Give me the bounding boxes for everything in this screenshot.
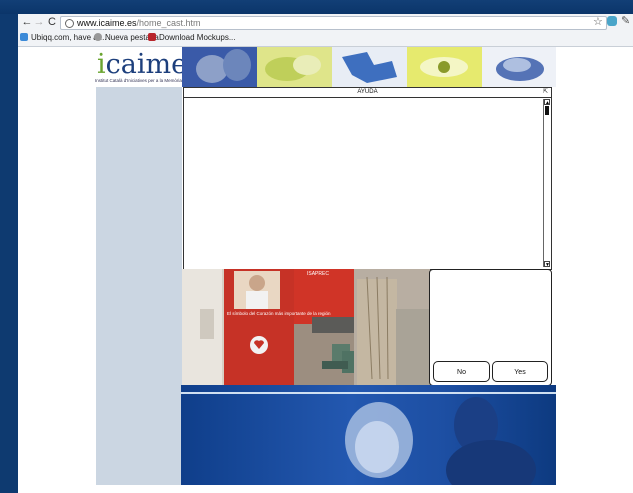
url-domain: www.icaime.es [77,18,137,28]
bottom-banner [181,385,556,485]
page-globe-icon [65,19,74,28]
forward-arrow-icon[interactable]: → [32,15,46,29]
help-title-text: AYUDA [357,89,378,95]
help-panel: AYUDA ⇱ ▲ ▼ [183,87,552,270]
bookmark-star-icon[interactable]: ☆ [593,15,603,28]
office-photo-image: ISAPREC El símbolo del Corazón más impor… [182,269,430,385]
ubiqq-icon [20,33,28,41]
bookmark-download-mockups[interactable]: Download Mockups... [148,33,235,43]
scroll-thumb[interactable] [545,106,549,115]
url-path: /home_cast.htm [136,18,201,28]
url-text: www.icaime.es/home_cast.htm [77,17,201,29]
site-logo[interactable]: icaime Institut Català d'Iniciatives per… [95,50,187,88]
photo-banner-text: El símbolo del Corazón más importante de… [227,311,331,316]
left-sidebar [96,87,182,485]
photo-wall-sign: ISAPREC [307,271,329,277]
help-panel-title: AYUDA ⇱ [184,88,551,98]
office-photo: ISAPREC El símbolo del Corazón más impor… [182,269,430,385]
no-button[interactable]: No [433,361,490,382]
scroll-down-icon[interactable]: ▼ [544,261,550,268]
yes-button[interactable]: Yes [492,361,548,382]
help-scrollbar[interactable]: ▲ ▼ [543,99,550,268]
address-bar[interactable]: www.icaime.es/home_cast.htm [60,16,607,30]
wrench-icon[interactable]: ✎ [621,14,630,27]
pin-icon[interactable]: ⇱ [543,88,548,97]
desktop-background [0,0,633,14]
bookmarks-bar: Ubiqq.com, have a ... Nueva pestaña Down… [18,31,633,45]
logo-letter-i: i [97,49,106,80]
banner-people-image [345,397,536,485]
header-image-strip [182,47,556,87]
balsamiq-icon [148,33,156,41]
confirm-dialog: No Yes [429,269,552,386]
bookmark-label: Download Mockups... [159,33,236,42]
reload-icon[interactable]: C [45,15,59,29]
logo-letters: caime [105,49,188,80]
globe-icon [94,33,102,41]
browser-chrome: ← → C www.icaime.es/home_cast.htm ☆ ✎ Ub… [18,14,633,47]
extension-icon[interactable] [607,16,617,26]
logo-text: icaime [97,50,187,80]
header-collage [182,47,556,87]
scroll-up-icon[interactable]: ▲ [544,99,550,106]
logo-subtitle: Institut Català d'Iniciatives per a la M… [95,78,182,83]
browser-toolbar: ← → C www.icaime.es/home_cast.htm ☆ ✎ [18,14,633,31]
